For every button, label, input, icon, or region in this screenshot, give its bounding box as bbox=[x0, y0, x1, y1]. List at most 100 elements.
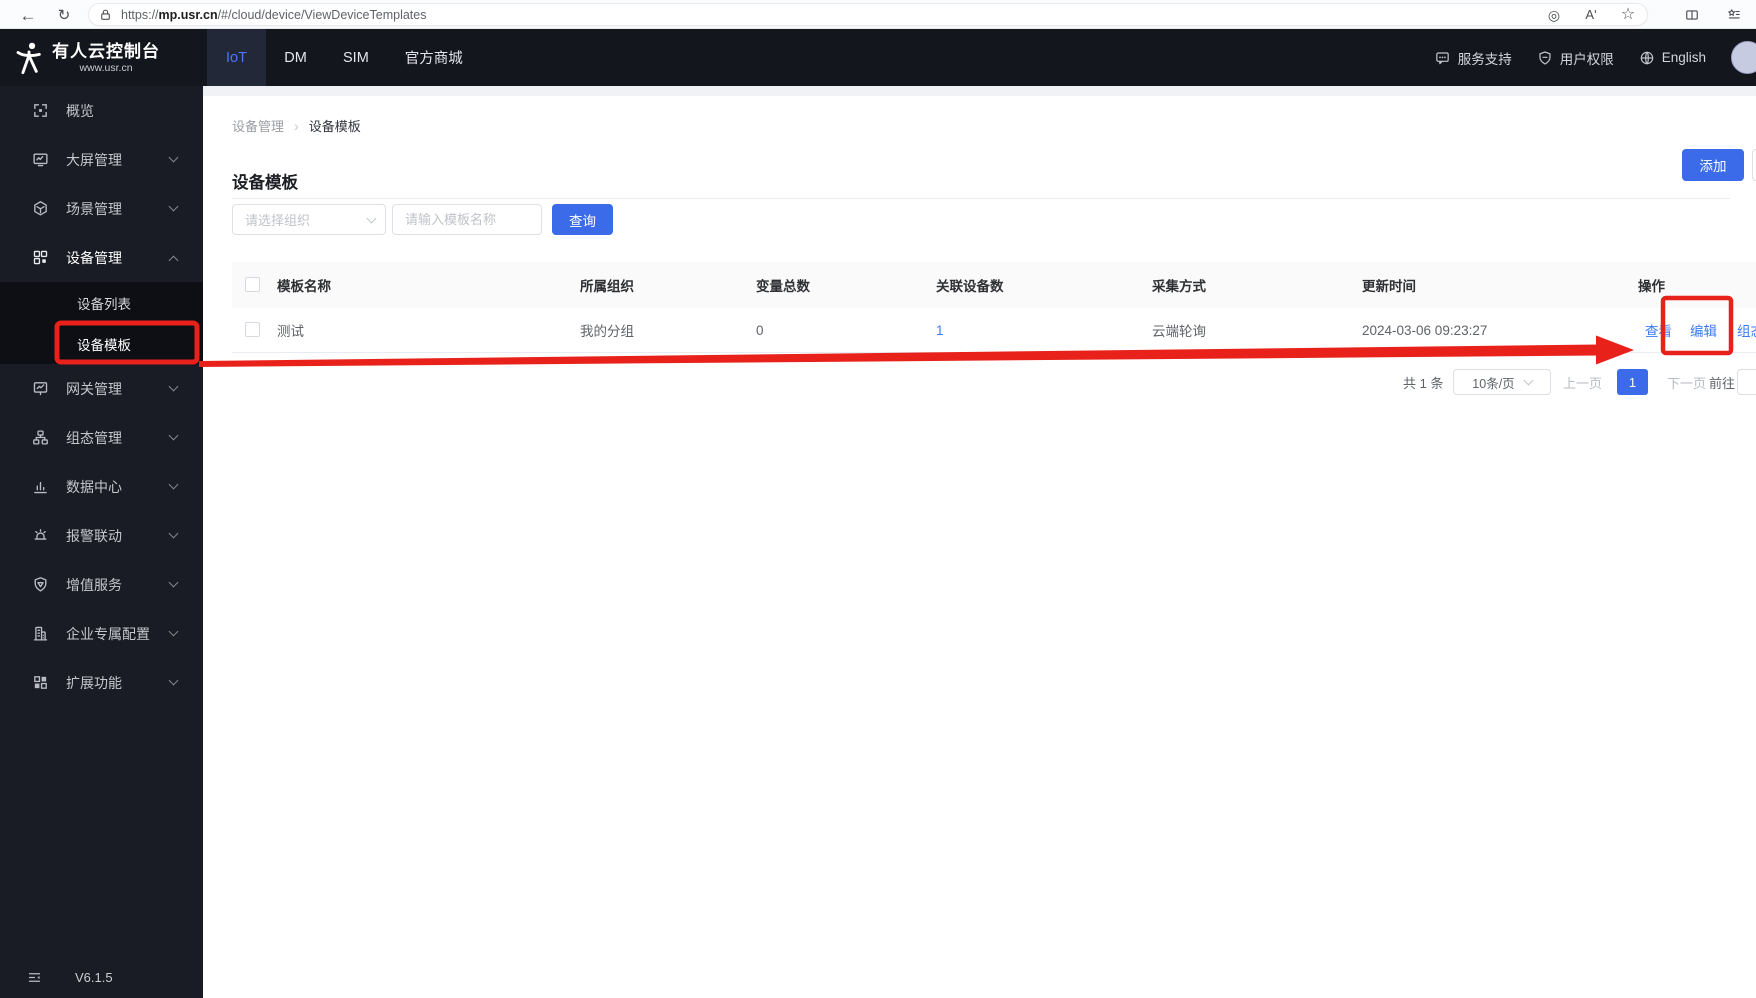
column-header-operations: 操作 bbox=[1638, 279, 1665, 294]
title-divider bbox=[232, 198, 1730, 199]
chevron-up-icon bbox=[168, 255, 179, 265]
top-navigation: 有人云控制台 www.usr.cn IoT DM SIM 官方商城 服务支持 用… bbox=[0, 29, 1756, 86]
cell-update-time: 2024-03-06 09:23:27 bbox=[1362, 322, 1488, 338]
language-switch-item[interactable]: English bbox=[1639, 50, 1706, 66]
screen: ← ↻ https://mp.usr.cn/#/cloud/device/Vie… bbox=[0, 0, 1756, 998]
sidebar-item-alarm-linkage[interactable]: 报警联动 bbox=[0, 511, 203, 560]
tab-sim[interactable]: SIM bbox=[325, 29, 387, 86]
sidebar-label: 大屏管理 bbox=[66, 151, 122, 168]
sidebar-item-enterprise-config[interactable]: 企业专属配置 bbox=[0, 609, 203, 658]
chevron-down-icon bbox=[168, 430, 179, 441]
browser-refresh-icon[interactable]: ↻ bbox=[52, 3, 76, 27]
view-action-link[interactable]: 查看 bbox=[1645, 308, 1672, 352]
product-tabs: IoT DM SIM 官方商城 bbox=[207, 29, 481, 86]
brand-title: 有人云控制台 bbox=[52, 41, 160, 61]
search-button[interactable]: 查询 bbox=[552, 204, 613, 235]
favorite-star-icon[interactable]: ☆ bbox=[1619, 6, 1637, 24]
breadcrumb-current: 设备模板 bbox=[308, 119, 361, 134]
chevron-down-icon bbox=[168, 577, 179, 588]
sidebar-label: 设备管理 bbox=[66, 249, 122, 266]
next-page-button[interactable]: 下一页 bbox=[1667, 369, 1706, 395]
browser-back-icon[interactable]: ← bbox=[16, 3, 40, 27]
sidebar-item-overview[interactable]: 概览 bbox=[0, 86, 203, 135]
scada-action-link[interactable]: 组态 bbox=[1737, 308, 1756, 352]
scada-icon bbox=[33, 430, 48, 445]
edit-action-link[interactable]: 编辑 bbox=[1690, 308, 1717, 352]
sidebar-item-data-center[interactable]: 数据中心 bbox=[0, 462, 203, 511]
brand-logo[interactable]: 有人云控制台 www.usr.cn bbox=[14, 29, 160, 86]
chevron-down-icon bbox=[1523, 375, 1534, 386]
cell-template-name: 测试 bbox=[277, 324, 304, 339]
sidebar-item-extensions[interactable]: 扩展功能 bbox=[0, 658, 203, 707]
sidebar-subitem-device-template[interactable]: 设备模板 bbox=[0, 323, 203, 364]
organization-select[interactable]: 请选择组织 bbox=[232, 204, 386, 235]
sidebar-item-gateway[interactable]: 网关管理 bbox=[0, 364, 203, 413]
page-size-select[interactable]: 10条/页 bbox=[1453, 369, 1551, 395]
select-all-checkbox[interactable] bbox=[245, 277, 260, 292]
tab-dm[interactable]: DM bbox=[266, 29, 325, 86]
collapse-sidebar-icon[interactable] bbox=[26, 970, 43, 985]
page-title: 设备模板 bbox=[232, 174, 298, 192]
sidebar-item-scada[interactable]: 组态管理 bbox=[0, 413, 203, 462]
table-row: 测试 我的分组 0 1 云端轮询 2024-03-06 09:23:27 查看 … bbox=[232, 308, 1756, 353]
url-text: https://mp.usr.cn/#/cloud/device/ViewDev… bbox=[121, 7, 427, 22]
column-header-collect-method: 采集方式 bbox=[1152, 279, 1206, 294]
geolocation-icon[interactable]: ◎ bbox=[1545, 6, 1563, 24]
cell-collect-method: 云端轮询 bbox=[1152, 324, 1206, 339]
usr-logo-icon bbox=[16, 42, 41, 74]
goto-page-input[interactable] bbox=[1737, 369, 1756, 395]
alarm-icon bbox=[34, 529, 47, 540]
breadcrumb-parent[interactable]: 设备管理 bbox=[232, 116, 284, 135]
chevron-down-icon bbox=[366, 213, 377, 223]
enterprise-icon bbox=[33, 626, 48, 641]
brand-subtitle: www.usr.cn bbox=[79, 61, 133, 74]
sidebar-label: 增值服务 bbox=[66, 576, 122, 593]
sidebar-item-device-management[interactable]: 设备管理 bbox=[0, 233, 203, 282]
chevron-down-icon bbox=[168, 626, 179, 637]
previous-page-button[interactable]: 上一页 bbox=[1563, 369, 1602, 395]
sidebar-item-big-screen[interactable]: 大屏管理 bbox=[0, 135, 203, 184]
sidebar-label: 扩展功能 bbox=[66, 674, 122, 691]
sidebar-item-scene[interactable]: 场景管理 bbox=[0, 184, 203, 233]
sidebar-label: 组态管理 bbox=[66, 429, 122, 446]
read-aloud-icon[interactable]: Aʹ bbox=[1582, 6, 1600, 24]
version-label: V6.1.5 bbox=[75, 969, 113, 985]
service-support-item[interactable]: 服务支持 bbox=[1434, 48, 1512, 68]
main-content: 设备管理 › 设备模板 设备模板 添加 请选择组织 查询 模板名称 所属组织 变… bbox=[203, 86, 1756, 998]
gateway-icon bbox=[33, 382, 48, 396]
current-page-button[interactable]: 1 bbox=[1617, 369, 1648, 395]
pagination: 共 1 条 10条/页 上一页 1 下一页 前往 bbox=[203, 369, 1756, 395]
goto-page-label: 前往 bbox=[1709, 375, 1736, 391]
lock-icon bbox=[101, 9, 110, 20]
value-added-icon bbox=[34, 577, 47, 592]
organization-select-placeholder: 请选择组织 bbox=[245, 213, 311, 228]
sidebar-footer: V6.1.5 bbox=[0, 956, 203, 998]
template-name-input[interactable] bbox=[392, 204, 542, 235]
user-permissions-label: 用户权限 bbox=[1559, 51, 1614, 67]
page-size-value: 10条/页 bbox=[1472, 376, 1515, 391]
scene-icon bbox=[34, 201, 47, 216]
chevron-down-icon bbox=[168, 528, 179, 539]
overview-icon bbox=[34, 104, 47, 117]
user-avatar[interactable] bbox=[1731, 41, 1756, 74]
clipped-secondary-button[interactable] bbox=[1752, 149, 1756, 181]
browser-toolbar: ← ↻ https://mp.usr.cn/#/cloud/device/Vie… bbox=[0, 0, 1756, 29]
breadcrumb-separator-icon: › bbox=[294, 117, 299, 134]
topnav-right: 服务支持 用户权限 English bbox=[1434, 29, 1756, 86]
column-header-template-name: 模板名称 bbox=[277, 279, 331, 294]
row-checkbox[interactable] bbox=[245, 322, 260, 337]
user-permissions-item[interactable]: 用户权限 bbox=[1537, 48, 1614, 68]
collections-icon[interactable] bbox=[1722, 3, 1746, 27]
split-screen-icon[interactable] bbox=[1680, 3, 1704, 27]
sidebar-label: 网关管理 bbox=[66, 380, 122, 397]
cell-linked-devices-link[interactable]: 1 bbox=[936, 308, 944, 352]
column-header-linked-devices: 关联设备数 bbox=[936, 279, 1004, 294]
tab-official-mall[interactable]: 官方商城 bbox=[387, 29, 481, 86]
tab-iot[interactable]: IoT bbox=[207, 29, 266, 86]
address-bar[interactable]: https://mp.usr.cn/#/cloud/device/ViewDev… bbox=[88, 3, 1648, 26]
sidebar-subitem-device-list[interactable]: 设备列表 bbox=[0, 282, 203, 323]
sidebar-label: 企业专属配置 bbox=[66, 625, 150, 642]
add-button[interactable]: 添加 bbox=[1682, 149, 1744, 181]
sidebar-label: 数据中心 bbox=[66, 478, 122, 495]
sidebar-item-value-added[interactable]: 增值服务 bbox=[0, 560, 203, 609]
